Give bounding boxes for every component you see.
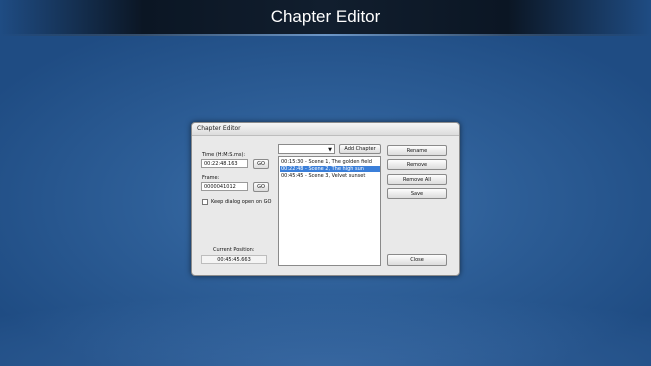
rename-button[interactable]: Rename [387, 145, 447, 156]
remove-all-button[interactable]: Remove All [387, 174, 447, 185]
keep-open-label: Keep dialog open on GO [211, 199, 272, 205]
title-banner: Chapter Editor [0, 0, 651, 36]
close-button[interactable]: Close [387, 254, 447, 266]
chevron-down-icon[interactable]: ▼ [328, 147, 332, 153]
frame-input[interactable]: 0000041012 [201, 182, 248, 191]
save-button[interactable]: Save [387, 188, 447, 199]
background-glow [0, 286, 651, 366]
current-position-label: Current Position: [213, 247, 255, 253]
chapter-list-item-selected[interactable]: 00:22:48 - Scene 2, The high sun [280, 166, 380, 172]
frame-label: Frame: [202, 175, 220, 181]
time-label: Time (H:M:S.ms): [202, 152, 246, 158]
time-go-button[interactable]: GO [253, 159, 269, 169]
add-chapter-button[interactable]: Add Chapter [339, 144, 381, 154]
chapter-editor-dialog: Chapter Editor Time (H:M:S.ms): 00:22:48… [191, 122, 460, 276]
time-input[interactable]: 00:22:48.163 [201, 159, 248, 168]
dialog-titlebar[interactable]: Chapter Editor [192, 123, 459, 136]
frame-go-button[interactable]: GO [253, 182, 269, 192]
dialog-title: Chapter Editor [197, 125, 241, 132]
remove-button[interactable]: Remove [387, 159, 447, 170]
chapter-list[interactable]: 00:15:30 - Scene 1, The golden field 00:… [278, 156, 381, 266]
banner-divider [0, 34, 651, 36]
chapter-list-item[interactable]: 00:45:45 - Scene 3, Velvet sunset [280, 173, 380, 179]
chapter-name-combo[interactable]: ▼ [278, 144, 335, 154]
chapter-list-item[interactable]: 00:15:30 - Scene 1, The golden field [280, 159, 380, 165]
banner-title: Chapter Editor [270, 7, 381, 26]
keep-open-checkbox[interactable] [202, 199, 208, 205]
current-position-value: 00:45:45.663 [201, 255, 267, 264]
